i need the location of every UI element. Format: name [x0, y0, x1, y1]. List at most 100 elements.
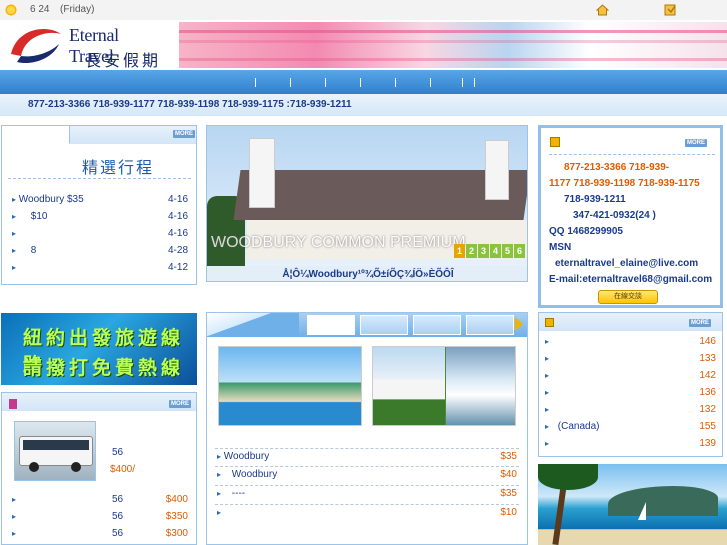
bullet-icon: ▸: [12, 246, 17, 255]
niagara-falls-image: [446, 347, 515, 425]
contact-more-button[interactable]: MORE: [685, 139, 707, 147]
tab-1[interactable]: [307, 315, 355, 335]
list-item[interactable]: ▸ 8 4-28: [12, 245, 188, 259]
beach-image[interactable]: [218, 346, 362, 426]
promo-banner[interactable]: 紐約出發旅遊線路 請撥打免費熱線: [1, 313, 197, 385]
bus-feature-name[interactable]: 56: [112, 447, 123, 461]
list-item-name: Woodbury $35: [18, 194, 84, 205]
list-item[interactable]: ▸ 56 $300: [12, 528, 188, 542]
promo-line: 請撥打免費熱線: [23, 358, 185, 379]
nav-separator: [255, 78, 256, 87]
nav-separator: [462, 78, 463, 87]
list-item[interactable]: ▸ ---- $35: [217, 488, 517, 502]
list-item-price: $35: [500, 451, 517, 462]
list-item[interactable]: ▸ 132: [545, 404, 716, 418]
mountain: [608, 486, 718, 516]
top-bar: 6 24 (Friday): [0, 0, 727, 20]
hot-tours-box: MORE 精選行程 ▸ Woodbury $35 4-16 ▸ $10 4-16…: [1, 125, 197, 285]
list-item[interactable]: ▸ (Canada) 155: [545, 421, 716, 435]
list-item[interactable]: ▸ 139: [545, 438, 716, 452]
list-item[interactable]: ▸ $10 4-16: [12, 211, 188, 225]
bullet-icon: ▸: [545, 354, 550, 363]
tower: [485, 140, 509, 200]
site-logo[interactable]: Eternal Travel 長安假期: [7, 22, 167, 70]
contact-msn-email[interactable]: eternaltravel_elaine@live.com: [555, 258, 698, 269]
list-item[interactable]: ▸ $10: [217, 507, 517, 521]
list-item[interactable]: ▸ Woodbury $35 4-16: [12, 194, 188, 208]
sailboat: [638, 502, 646, 520]
bullet-icon: ▸: [12, 212, 17, 221]
bullet-icon: ▸: [545, 388, 550, 397]
slide-button-6[interactable]: 6: [514, 244, 525, 258]
list-item[interactable]: ▸ 4-16: [12, 228, 188, 242]
list-item[interactable]: ▸ 146: [545, 336, 716, 350]
nav-separator: [290, 78, 291, 87]
bullet-icon: ▸: [545, 371, 550, 380]
list-item-price: $350: [165, 511, 188, 522]
hawaii-beach-image[interactable]: [538, 464, 727, 545]
price-list-more-button[interactable]: MORE: [689, 319, 711, 327]
bullet-icon: ▸: [12, 512, 17, 521]
tab-2[interactable]: [360, 315, 408, 335]
list-item[interactable]: ▸ Woodbury $40: [217, 469, 517, 483]
list-item-name: 56: [112, 511, 124, 522]
bus-section-icon: [9, 399, 17, 409]
list-item[interactable]: ▸ 56 $350: [12, 511, 188, 525]
divider: [215, 485, 519, 486]
slide-button-5[interactable]: 5: [502, 244, 513, 258]
bullet-icon: ▸: [545, 422, 550, 431]
bullet-icon: ▸: [12, 529, 17, 538]
home-icon[interactable]: [596, 3, 609, 16]
contact-phone-line: 1177 718-939-1198 718-939-1175: [549, 178, 700, 189]
bullet-icon: ▸: [12, 263, 17, 272]
tab-4[interactable]: [466, 315, 514, 335]
online-chat-button[interactable]: 在線交談: [598, 290, 658, 304]
white-house-niagara-image[interactable]: [372, 346, 516, 426]
list-item-price: 136: [699, 387, 716, 398]
bus-feature-price: $400/: [110, 464, 136, 475]
list-item-name: ----: [231, 488, 246, 499]
tab-strip-decoration: [207, 313, 299, 337]
nav-separator: [325, 78, 326, 87]
list-item-date: 4-16: [167, 194, 188, 205]
hot-tours-tab[interactable]: [2, 126, 70, 144]
hot-more-button[interactable]: MORE: [173, 130, 195, 138]
list-item-price: $400: [165, 494, 188, 505]
bullet-icon: ▸: [545, 337, 550, 346]
list-item[interactable]: ▸ 136: [545, 387, 716, 401]
list-item-price: $35: [500, 488, 517, 499]
divider: [215, 466, 519, 467]
nav-separator: [474, 78, 475, 87]
tabs-next-arrow-icon[interactable]: [515, 317, 523, 331]
header-banner: Eternal Travel 長安假期: [0, 20, 727, 70]
list-item-price: 132: [699, 404, 716, 415]
featured-slideshow[interactable]: WOODBURY COMMON PREMIUM 1 2 3 4 5 6 Å¦Ô¼…: [206, 125, 528, 282]
contact-phone-line: 718-939-1211: [564, 194, 626, 205]
slide-button-1[interactable]: 1: [454, 244, 465, 258]
slide-button-2[interactable]: 2: [466, 244, 477, 258]
bullet-icon: ▸: [545, 439, 550, 448]
tower: [249, 138, 275, 208]
slideshow-title[interactable]: Å¦Ô¼Woodbury¹º¾Õ±íÕÇ¾ÍÖ»ÈÕÔÎ: [207, 266, 527, 281]
list-item[interactable]: ▸ Woodbury $35: [217, 451, 517, 465]
slide-button-3[interactable]: 3: [478, 244, 489, 258]
list-item-date: 4-12: [167, 262, 188, 273]
phone-bar: 877-213-3366 718-939-1177 718-939-1198 7…: [0, 94, 727, 116]
list-item-price: 133: [699, 353, 716, 364]
sun-icon: [4, 3, 18, 17]
bus-windows: [23, 440, 89, 450]
list-item-name: (Canada): [557, 421, 600, 432]
slide-button-4[interactable]: 4: [490, 244, 501, 258]
list-item[interactable]: ▸ 133: [545, 353, 716, 367]
contact-email[interactable]: E-mail:eternaltravel68@gmail.com: [549, 274, 712, 285]
slideshow-caption: WOODBURY COMMON PREMIUM: [211, 234, 466, 251]
bullet-icon: ▸: [217, 489, 222, 498]
bookmark-icon[interactable]: [664, 3, 677, 16]
list-item[interactable]: ▸ 56 $400: [12, 494, 188, 508]
bus-more-button[interactable]: MORE: [169, 400, 191, 408]
bus-image[interactable]: [14, 421, 96, 481]
list-item[interactable]: ▸ 4-12: [12, 262, 188, 276]
list-item[interactable]: ▸ 142: [545, 370, 716, 384]
tab-3[interactable]: [413, 315, 461, 335]
divider: [215, 504, 519, 505]
